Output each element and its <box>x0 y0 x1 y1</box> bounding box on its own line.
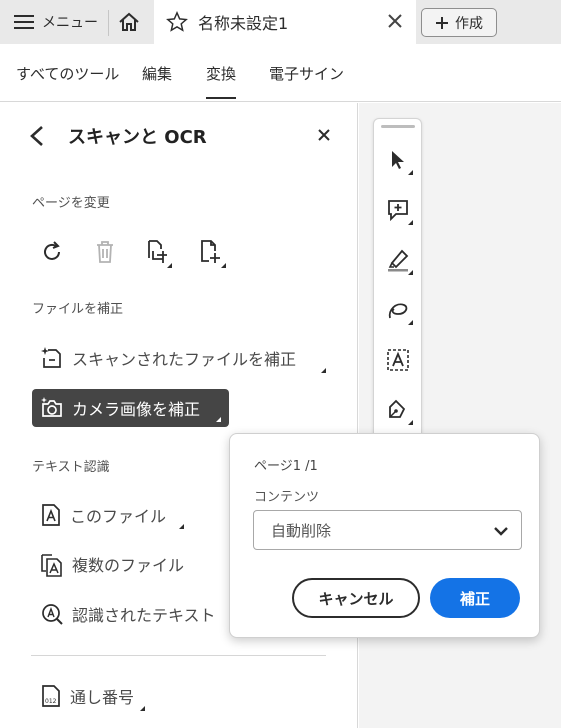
crop-page-button[interactable] <box>142 238 172 268</box>
menu-button[interactable]: メニュー <box>0 0 108 44</box>
tab-e-sign[interactable]: 電子サイン <box>269 63 344 84</box>
home-button[interactable] <box>112 0 146 44</box>
divider <box>108 10 109 36</box>
bates-number-icon: 012 <box>42 685 60 707</box>
multiple-text-files-icon <box>41 554 62 577</box>
fix-scanned-file-label: スキャンされたファイルを補正 <box>72 350 297 369</box>
apply-fix-button[interactable]: 補正 <box>430 578 520 618</box>
home-icon <box>119 12 139 31</box>
sign-tool[interactable] <box>383 395 413 425</box>
recognized-text-item[interactable]: 認識されたテキスト <box>32 595 216 633</box>
add-page-icon <box>201 240 220 263</box>
submenu-indicator <box>216 417 221 422</box>
camera-fix-icon <box>41 397 62 417</box>
title-bar: メニュー 名称未設定1 作成 <box>0 0 561 44</box>
highlighter-icon <box>388 249 409 272</box>
cursor-icon <box>392 151 404 169</box>
menu-label: メニュー <box>42 15 98 31</box>
tab-edit[interactable]: 編集 <box>142 63 172 84</box>
submenu-indicator <box>408 170 413 175</box>
plus-icon <box>436 16 448 29</box>
crop-page-icon <box>148 240 167 263</box>
svg-text:012: 012 <box>45 698 57 705</box>
this-file-item[interactable]: このファイル <box>32 496 184 534</box>
submenu-indicator <box>140 706 145 711</box>
submenu-indicator <box>408 320 413 325</box>
scan-fix-icon <box>41 347 61 368</box>
rotate-button[interactable] <box>38 238 66 266</box>
toolbar-grip[interactable] <box>381 125 415 128</box>
content-select[interactable]: 自動削除 <box>253 510 522 550</box>
submenu-indicator <box>221 263 226 268</box>
highlight-tool[interactable] <box>383 245 413 275</box>
pen-nib-icon <box>389 399 406 418</box>
multiple-files-item[interactable]: 複数のファイル <box>32 545 184 583</box>
submenu-indicator <box>408 420 413 425</box>
page-indicator: ページ1 /1 <box>254 459 318 474</box>
chevron-down-icon <box>494 527 508 536</box>
tab-convert[interactable]: 変換 <box>206 63 237 99</box>
search-text-icon <box>42 604 63 625</box>
rotate-icon <box>44 241 60 260</box>
submenu-indicator <box>408 270 413 275</box>
hamburger-icon <box>14 15 34 29</box>
document-tab[interactable]: 名称未設定1 <box>154 0 416 44</box>
bates-numbering-item[interactable]: 012 通し番号 <box>32 677 145 715</box>
content-label: コンテンツ <box>254 490 320 505</box>
fix-camera-image-label: カメラ画像を補正 <box>72 400 201 419</box>
divider <box>31 655 326 656</box>
submenu-indicator <box>179 524 184 529</box>
this-file-label: このファイル <box>70 507 167 526</box>
comment-add-icon <box>388 200 408 222</box>
freehand-icon <box>388 303 408 319</box>
insert-page-button[interactable] <box>196 238 226 268</box>
text-box-tool[interactable] <box>383 345 413 375</box>
bates-numbering-label: 通し番号 <box>70 688 135 707</box>
menu-bar: すべてのツール 編集 変換 電子サイン <box>0 44 561 102</box>
back-arrow-icon[interactable] <box>28 125 46 147</box>
close-panel-icon[interactable] <box>316 127 332 143</box>
submenu-indicator <box>408 220 413 225</box>
document-tab-title: 名称未設定1 <box>198 14 289 33</box>
trash-icon <box>97 241 113 263</box>
text-box-icon <box>387 349 409 371</box>
section-label-text-recognition: テキスト認識 <box>32 460 110 475</box>
section-label-page-change: ページを変更 <box>32 196 110 211</box>
content-select-value: 自動削除 <box>271 521 332 540</box>
text-file-icon <box>42 504 60 526</box>
recognized-text-label: 認識されたテキスト <box>72 606 216 625</box>
comment-tool[interactable] <box>383 195 413 225</box>
tab-all-tools[interactable]: すべてのツール <box>16 63 119 84</box>
delete-button[interactable] <box>91 238 119 266</box>
panel-title: スキャンと OCR <box>68 127 207 148</box>
star-icon[interactable] <box>166 11 188 33</box>
multiple-files-label: 複数のファイル <box>72 556 185 575</box>
create-label: 作成 <box>455 15 483 32</box>
submenu-indicator <box>321 368 326 373</box>
fix-camera-image-item[interactable]: カメラ画像を補正 <box>32 389 229 427</box>
fix-camera-image-popover: ページ1 /1 コンテンツ 自動削除 キャンセル 補正 <box>229 433 540 638</box>
create-button[interactable]: 作成 <box>421 8 497 37</box>
submenu-indicator <box>167 263 172 268</box>
draw-tool[interactable] <box>383 295 413 325</box>
section-label-file-fix: ファイルを補正 <box>32 302 124 317</box>
select-tool[interactable] <box>383 145 413 175</box>
quick-tools-toolbar <box>373 118 422 448</box>
cancel-button[interactable]: キャンセル <box>292 578 420 618</box>
fix-scanned-file-item[interactable]: スキャンされたファイルを補正 <box>32 339 326 377</box>
close-tab-icon[interactable] <box>386 12 404 30</box>
